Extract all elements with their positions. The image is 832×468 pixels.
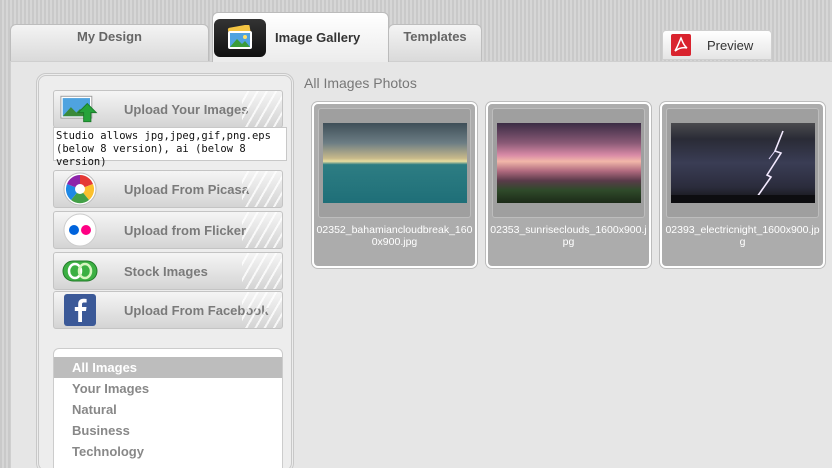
category-item-all-images[interactable]: All Images [54, 357, 282, 378]
upload-from-facebook-button[interactable]: Upload From Facebook [53, 291, 283, 329]
photos-icon [214, 18, 266, 57]
tab-my-design-label: My Design [76, 29, 142, 44]
flickr-icon [60, 213, 100, 247]
pdf-icon [671, 34, 691, 56]
category-item-natural[interactable]: Natural [54, 399, 282, 420]
photo-thumbnail[interactable] [323, 123, 467, 203]
photo-thumbnail[interactable] [497, 123, 641, 203]
tab-my-design[interactable]: My Design [10, 24, 209, 62]
gallery-title: All Images Photos [304, 75, 417, 91]
photo-filename: 02352_bahamiancloudbreak_1600x900.jpg [316, 224, 473, 248]
tab-image-gallery-label: Image Gallery [275, 30, 361, 45]
photo-card[interactable]: 02352_bahamiancloudbreak_1600x900.jpg [312, 102, 477, 268]
upload-from-flicker-label: Upload from Flicker [124, 222, 247, 238]
upload-from-flicker-button[interactable]: Upload from Flicker [53, 211, 283, 249]
file-types-info: Studio allows jpg,jpeg,gif,png.eps (belo… [53, 127, 287, 168]
facebook-icon [60, 293, 100, 327]
upload-arrow-icon [60, 92, 100, 126]
photo-card[interactable]: 02353_sunriseclouds_1600x900.jpg [486, 102, 651, 268]
picasa-icon [60, 172, 100, 206]
category-item-technology[interactable]: Technology [54, 441, 282, 462]
upload-from-picasa-button[interactable]: Upload From Picasa [53, 170, 283, 208]
category-item-your-images[interactable]: Your Images [54, 378, 282, 399]
upload-from-picasa-label: Upload From Picasa [124, 181, 249, 197]
tab-image-gallery[interactable]: Image Gallery [212, 12, 389, 62]
upload-your-images-label: Upload Your Images [124, 101, 249, 117]
sidebar: Upload Your Images Studio allows jpg,jpe… [36, 73, 294, 468]
stock-images-label: Stock Images [124, 263, 208, 279]
stock-images-button[interactable]: Stock Images [53, 252, 283, 290]
preview-button[interactable]: Preview [662, 30, 772, 60]
stock-images-icon [60, 254, 100, 288]
photo-frame [318, 108, 471, 218]
category-item-business[interactable]: Business [54, 420, 282, 441]
photo-thumbnail[interactable] [671, 123, 815, 203]
category-list: All Images Your Images Natural Business … [53, 348, 283, 468]
photo-frame [666, 108, 819, 218]
preview-label: Preview [707, 37, 754, 53]
photo-filename: 02353_sunriseclouds_1600x900.jpg [490, 224, 647, 248]
tab-templates-label: Templates [403, 29, 467, 44]
tab-templates[interactable]: Templates [388, 24, 482, 62]
photo-card[interactable]: 02393_electricnight_1600x900.jpg [660, 102, 825, 268]
photo-filename: 02393_electricnight_1600x900.jpg [665, 224, 820, 248]
photo-frame [492, 108, 645, 218]
upload-your-images-button[interactable]: Upload Your Images [53, 90, 283, 128]
